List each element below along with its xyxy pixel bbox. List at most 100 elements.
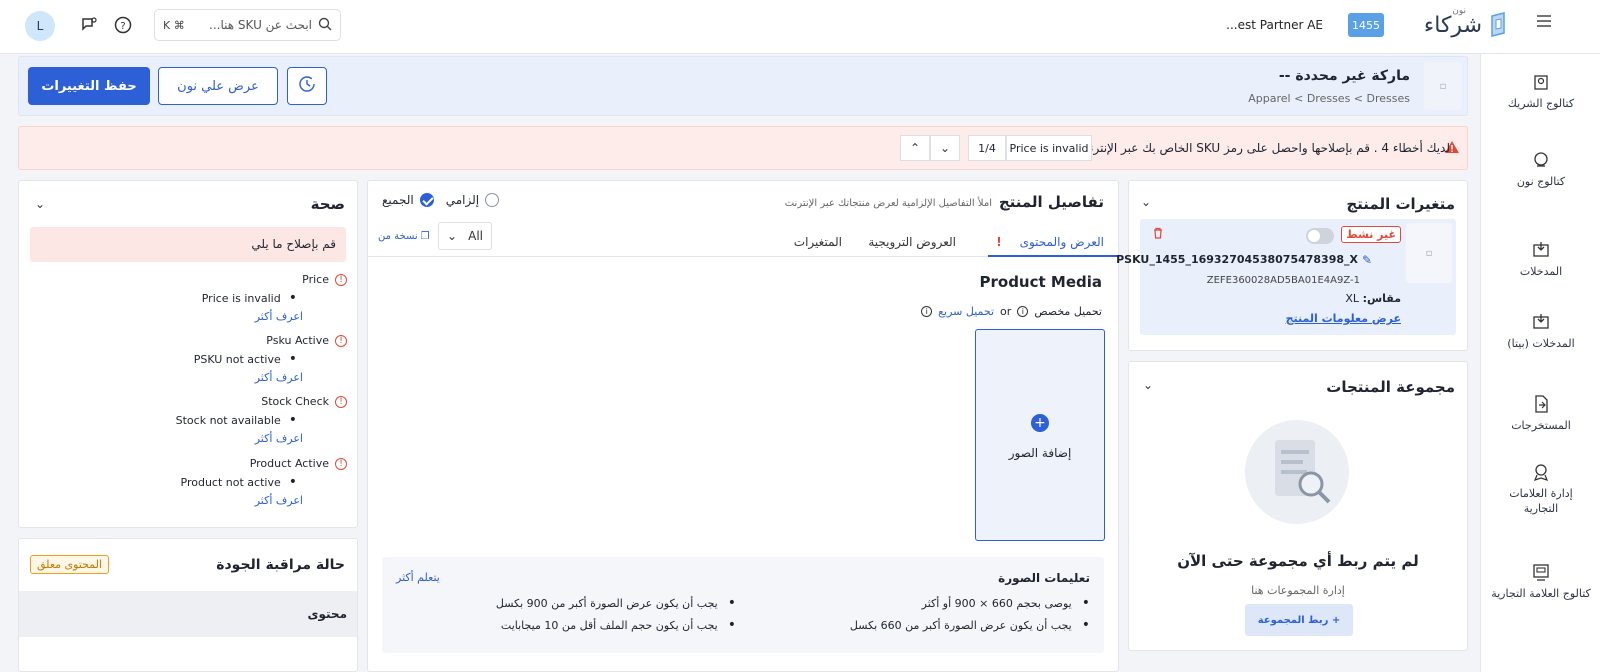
product-group-card: مجموعة المنتجات ⌄ لم يتم ربط أي مجموعة ح… [1128, 361, 1468, 651]
collapse-chevron-icon[interactable]: ⌄ [1143, 378, 1153, 392]
info-icon[interactable]: i [921, 306, 933, 317]
instruction-item: يوصى بحجم 660 × 900 أو أكثر [922, 595, 1090, 611]
copy-from-link[interactable]: ❐ نسخة من [378, 231, 430, 242]
sidebar-item-inputs-beta[interactable]: المدخلات (بيتا) [1491, 312, 1591, 351]
brand-catalog-icon [1531, 562, 1551, 582]
search-icon [318, 17, 332, 34]
inputs-beta-icon [1531, 312, 1551, 332]
learn-more-link[interactable]: اعرف أكثر [37, 310, 303, 323]
radio-mandatory[interactable] [485, 193, 500, 207]
learn-more-link[interactable]: اعرف أكثر [37, 432, 303, 445]
add-images-label: إضافة الصور [1008, 446, 1072, 460]
copy-icon: ❐ [420, 231, 430, 242]
chevron-up-icon: ⌃ [909, 141, 921, 155]
image-dropzone[interactable]: + إضافة الصور [975, 329, 1105, 541]
sidebar-item-outputs[interactable]: المستخرجات [1491, 394, 1591, 433]
active-toggle[interactable] [1306, 228, 1334, 244]
sidebar-item-brand-catalog[interactable]: كتالوج العلامة التجارية [1491, 562, 1591, 601]
search-placeholder: ابحث عن SKU هنا... [209, 18, 312, 32]
view-product-info-link[interactable]: عرض معلومات المنتج [1286, 312, 1401, 325]
learn-more-link[interactable]: اعرف أكثر [37, 494, 303, 507]
empty-group-illustration-icon [1245, 420, 1349, 524]
variant-item: ▫ غير نشط ✎ PSKU_1455_169327045380754783… [1116, 219, 1456, 335]
radio-all-label: الجميع [382, 193, 414, 207]
sidebar-item-label: المدخلات [1519, 265, 1563, 278]
sidebar-item-noon-catalog[interactable]: كتالوج نون [1491, 150, 1591, 189]
top-bar: L ? K ⌘ ابحث عن SKU هنا... ...est Partne… [0, 0, 1600, 54]
product-thumbnail: ▫ [1424, 62, 1462, 110]
instruction-item: يجب أن يكون حجم الملف أقل من 10 ميجابايت [501, 617, 736, 633]
brand-title: ماركة غير محددة -- [1278, 68, 1410, 84]
variant-sku: PSKU_1455_16932704538075478398_X [1116, 253, 1358, 266]
breadcrumb: Apparel < Dresses < Dresses [1248, 92, 1410, 105]
variant-thumbnail: ▫ [1406, 223, 1452, 283]
logo[interactable]: شركاء نون [1424, 6, 1510, 44]
save-changes-button[interactable]: حفظ التغييرات [28, 67, 150, 105]
sidebar: كتالوج الشريك كتالوج نون المدخلات المدخل… [1480, 54, 1600, 672]
tab-promotions[interactable]: العروض الترويجية [868, 235, 956, 249]
trash-icon[interactable] [1152, 227, 1164, 242]
sidebar-item-partner-catalog[interactable]: كتالوج الشريك [1491, 72, 1591, 111]
health-alert-text: قم بإصلاح ما يلي [251, 237, 336, 251]
radio-all[interactable] [419, 193, 434, 207]
avatar[interactable]: L [25, 11, 55, 41]
sidebar-item-brand-management[interactable]: إدارة العلامات التجارية [1491, 462, 1591, 516]
tab-label: المتغيرات [793, 235, 842, 249]
svg-text:?: ? [120, 21, 125, 32]
qc-status-card: حالة مراقبة الجودة المحتوى معلق محتوى [18, 538, 358, 672]
tab-display-content[interactable]: العرض والمحتوى ! [996, 235, 1104, 249]
issue-detail: Product not active [180, 475, 281, 489]
feedback-icon[interactable] [78, 14, 100, 36]
size-label: مقاس: [1362, 292, 1401, 305]
partner-name[interactable]: ...est Partner AE [1226, 18, 1323, 32]
product-details-card: تفاصيل المنتج املأ التفاصيل الإلزامية لع… [367, 180, 1119, 672]
issue-detail: Price is invalid [201, 291, 281, 305]
edit-icon[interactable]: ✎ [1362, 253, 1372, 267]
learn-more-link[interactable]: اعرف أكثر [37, 371, 303, 384]
chevron-down-icon: ⌄ [447, 229, 458, 243]
collapse-chevron-icon[interactable]: ⌄ [35, 197, 45, 211]
quick-upload-link[interactable]: تحميل سريع [938, 305, 994, 318]
issue-detail: Stock not available [175, 413, 281, 427]
image-placeholder-icon: ▫ [1425, 247, 1433, 259]
next-error-button[interactable]: ⌄ [930, 135, 960, 161]
health-issue: ! Price Price is invalid اعرف أكثر [37, 273, 347, 323]
previous-error-button[interactable]: ⌃ [900, 135, 930, 161]
product-variants-card: متغيرات المنتج ⌄ ▫ غير نشط ✎ PSKU_1455_1… [1116, 180, 1468, 351]
status-badge: غير نشط [1341, 226, 1401, 243]
qc-content-label: محتوى [307, 607, 348, 621]
qc-title: حالة مراقبة الجودة [216, 557, 345, 573]
status-badge: المحتوى معلق [30, 555, 109, 574]
search-box[interactable]: K ⌘ ابحث عن SKU هنا... [154, 9, 341, 41]
partner-id-badge: 1455 [1348, 13, 1384, 37]
help-icon[interactable]: ? [112, 14, 134, 36]
copy-from-label: نسخة من [378, 231, 418, 242]
link-group-button[interactable]: + ربط المجموعة [1245, 604, 1353, 636]
qc-content-row[interactable]: محتوى [19, 591, 357, 637]
learn-more-link[interactable]: يتعلم أكثر [396, 571, 440, 584]
hamburger-menu-icon[interactable] [1536, 14, 1556, 36]
filter-dropdown[interactable]: ⌄ All [438, 222, 492, 250]
custom-upload-link[interactable]: تحميل مخصص [1034, 305, 1102, 318]
info-icon[interactable]: i [1017, 306, 1029, 317]
chevron-down-icon: ⌄ [939, 141, 951, 155]
sidebar-item-label: كتالوج العلامة التجارية [1491, 587, 1591, 600]
sidebar-item-label: إدارة العلامات التجارية [1509, 487, 1573, 515]
history-button[interactable] [287, 67, 327, 105]
view-on-noon-button[interactable]: عرض علي نون [158, 67, 278, 105]
sidebar-item-label: المدخلات (بيتا) [1507, 337, 1575, 350]
image-placeholder-icon: ▫ [1439, 80, 1447, 92]
issue-detail: PSKU not active [193, 352, 281, 366]
tab-variants[interactable]: المتغيرات [794, 235, 842, 249]
collapse-chevron-icon[interactable]: ⌄ [1141, 195, 1151, 209]
error-message: لديك أخطاء 4 . قم بإصلاحها واحصل على رمز… [1078, 141, 1450, 155]
sidebar-item-inputs[interactable]: المدخلات [1491, 240, 1591, 279]
plus-icon: + [1031, 414, 1049, 432]
filter-value: All [468, 229, 483, 243]
empty-group-message: لم يتم ربط أي مجموعة حتى الآن [1177, 552, 1419, 570]
health-issue: ! Product Active Product not active اعرف … [37, 457, 347, 507]
tab-label: العروض الترويجية [868, 235, 956, 249]
error-indicator-icon: ! [996, 235, 1002, 249]
health-issue: ! Psku Active PSKU not active اعرف أكثر [37, 334, 347, 384]
field-filter-radios: إلزامي الجميع [382, 193, 500, 207]
